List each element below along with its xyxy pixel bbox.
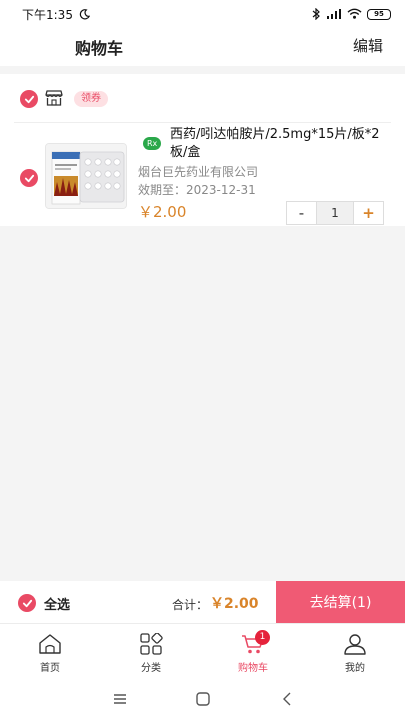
checkmark-icon [22, 599, 32, 607]
tab-label: 分类 [141, 663, 161, 674]
signal-icon [327, 9, 341, 19]
page-header: 购物车 编辑 [0, 28, 405, 66]
bluetooth-icon [312, 8, 320, 20]
tab-label: 首页 [40, 663, 60, 674]
profile-icon [344, 634, 366, 655]
quantity-stepper: - 1 + [286, 201, 384, 225]
home-button-icon[interactable] [194, 690, 212, 708]
cart-item: Rx 西药/吲达帕胺片/2.5mg*15片/板*2板/盒 烟台巨先药业有限公司 … [0, 123, 405, 226]
status-bar: 下午1:35 95 [0, 0, 405, 28]
wifi-icon [347, 8, 362, 19]
status-left: 下午1:35 [22, 6, 90, 23]
checkout-button[interactable]: 去结算(1) [276, 581, 405, 623]
tab-home[interactable]: 首页 [10, 624, 90, 679]
bottom-tab-bar: 首页 分类 1 购物车 我的 [0, 623, 405, 678]
system-nav-bar [0, 678, 405, 720]
medicine-box-image [46, 144, 126, 208]
tab-label: 购物车 [238, 663, 268, 674]
checkout-bar: 全选 合计： ￥2.00 去结算(1) [0, 581, 405, 623]
total-amount: ￥2.00 [210, 596, 259, 612]
tab-category[interactable]: 分类 [111, 624, 191, 679]
checkmark-icon [24, 174, 34, 182]
menu-icon[interactable] [111, 690, 129, 708]
manufacturer: 烟台巨先药业有限公司 [138, 165, 259, 179]
decrease-button[interactable]: - [287, 202, 317, 224]
category-icon [140, 633, 163, 655]
cart-card: 领券 Rx 西药/吲达帕胺片/2.5mg*15片/板*2板/盒 烟台巨先药业有限… [0, 74, 405, 226]
item-price: ￥2.00 [138, 203, 187, 221]
coupon-button[interactable]: 领券 [74, 91, 108, 107]
cart-content: 领券 Rx 西药/吲达帕胺片/2.5mg*15片/板*2板/盒 烟台巨先药业有限… [0, 66, 405, 581]
item-checkbox[interactable] [20, 169, 38, 187]
product-name[interactable]: 西药/吲达帕胺片/2.5mg*15片/板*2板/盒 [170, 126, 395, 162]
quantity-value[interactable]: 1 [317, 202, 353, 224]
shop-row: 领券 [0, 82, 405, 114]
home-icon [39, 634, 61, 654]
shop-checkbox[interactable] [20, 90, 38, 108]
total-label: 合计： [172, 598, 209, 612]
moon-icon [79, 8, 90, 19]
status-right: 95 [312, 8, 391, 20]
tab-label: 我的 [345, 663, 365, 674]
tab-cart[interactable]: 1 购物车 [213, 624, 293, 679]
store-icon [45, 90, 63, 106]
expiry-date: 效期至：2023-12-31 [138, 183, 256, 197]
select-all-label[interactable]: 全选 [44, 594, 70, 613]
product-image[interactable] [45, 143, 127, 209]
increase-button[interactable]: + [353, 202, 383, 224]
edit-button[interactable]: 编辑 [353, 35, 383, 56]
page-title: 购物车 [75, 39, 124, 58]
select-all-checkbox[interactable] [18, 594, 36, 612]
tab-profile[interactable]: 我的 [315, 624, 395, 679]
status-time: 下午1:35 [22, 7, 73, 22]
back-icon[interactable] [279, 690, 297, 708]
checkmark-icon [24, 95, 34, 103]
battery-indicator: 95 [367, 8, 391, 20]
rx-badge: Rx [143, 137, 162, 150]
cart-badge: 1 [255, 630, 270, 645]
